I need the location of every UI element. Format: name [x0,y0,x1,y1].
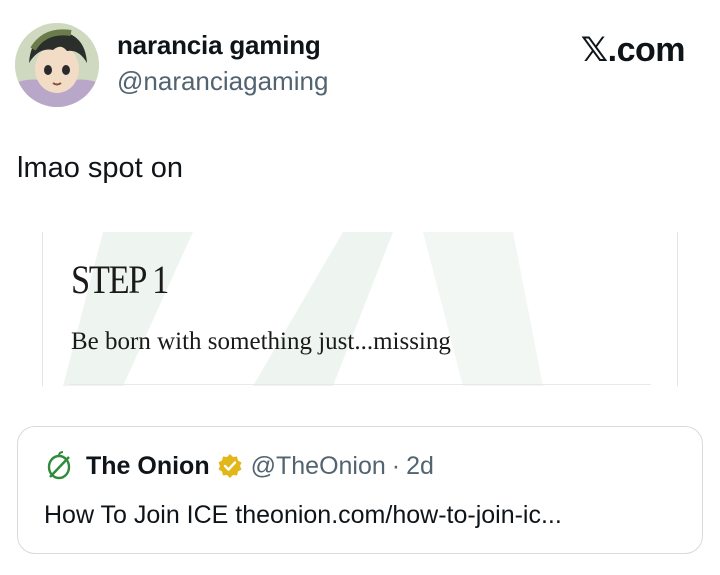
media-divider [69,384,651,385]
onion-logo-icon [44,451,74,481]
quoted-separator: · [391,451,401,480]
quoted-author-name[interactable]: The Onion [86,452,210,481]
verified-badge-icon [217,453,243,479]
tweet-text: lmao spot on [17,152,184,184]
x-logo-icon: 𝕏 [580,30,608,70]
quoted-author-handle[interactable]: @TheOnion [251,452,386,481]
author-display-name[interactable]: narancia gaming [117,30,321,61]
media-step-text: Be born with something just...missing [71,328,451,355]
quoted-timestamp[interactable]: 2d [406,452,434,481]
avatar[interactable] [15,23,99,107]
quoted-tweet-text: How To Join ICE theonion.com/how-to-join… [44,501,562,529]
author-handle[interactable]: @naranciagaming [117,66,328,97]
quoted-tweet-header: The Onion @TheOnion · 2d [44,451,434,481]
avatar-image [15,23,99,107]
quoted-tweet-card[interactable]: The Onion @TheOnion · 2d How To Join ICE… [17,426,703,554]
tweet-media-image[interactable]: STEP 1 Be born with something just...mis… [42,232,678,386]
brand-suffix: .com [607,31,686,69]
x-com-logo: 𝕏 .com [580,30,686,70]
media-step-title: STEP 1 [71,257,169,302]
